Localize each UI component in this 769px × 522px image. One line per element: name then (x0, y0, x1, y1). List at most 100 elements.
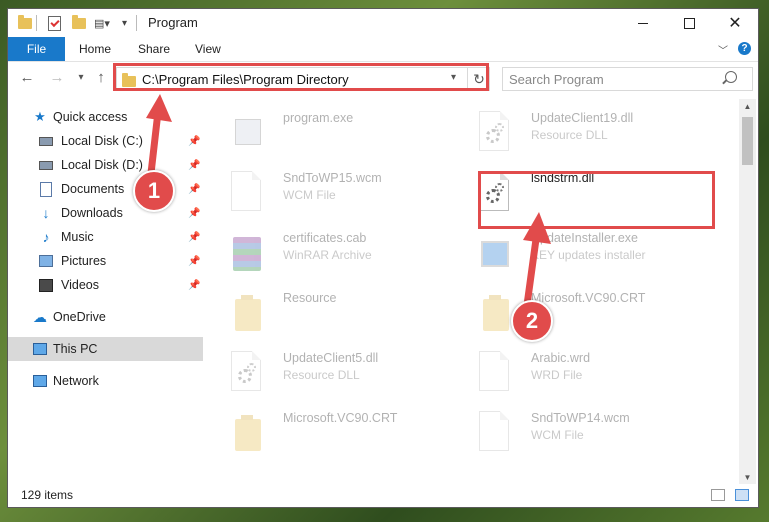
up-button[interactable]: ↑ (92, 68, 110, 86)
file-item[interactable]: Microsoft.VC90.CRT (209, 409, 449, 463)
search-box[interactable] (502, 67, 753, 91)
callout-arrow-2 (523, 212, 551, 309)
sidebar-item-label: Quick access (53, 110, 128, 124)
expand-ribbon-icon[interactable]: ﹀ (718, 42, 728, 57)
star-icon: ★ (34, 109, 46, 124)
details-view-icon[interactable] (711, 489, 725, 501)
videos-icon (39, 278, 53, 292)
file-name: certificates.cab (283, 231, 367, 245)
maximize-button[interactable] (666, 9, 712, 37)
forward-button[interactable]: → (48, 68, 66, 86)
title-bar: ▤▾ ▾ Program ✕ (8, 9, 758, 37)
tab-view[interactable]: View (195, 37, 221, 61)
music-icon: ♪ (42, 229, 50, 245)
file-name: UpdateClient5.dll (283, 351, 379, 365)
folder-icon (18, 14, 32, 32)
file-type: WCM File (283, 188, 336, 202)
qat-dropdown-icon[interactable]: ▾ (122, 14, 127, 32)
sidebar-item-network[interactable]: Network (8, 369, 203, 393)
file-list: program.exe UpdateClient19.dll Resource … (209, 99, 737, 484)
pin-icon[interactable]: 📌 (188, 280, 200, 291)
installer-icon (479, 231, 509, 273)
scroll-thumb[interactable] (742, 117, 753, 165)
file-item[interactable]: UpdateInstaller.exe KEY updates installe… (457, 229, 697, 283)
separator (36, 14, 37, 32)
scroll-up-icon[interactable]: ▲ (739, 99, 756, 113)
file-item[interactable]: SndToWP14.wcm WCM File (457, 409, 697, 463)
pin-icon[interactable]: 📌 (188, 136, 200, 147)
document-icon (479, 411, 509, 453)
help-icon[interactable]: ? (738, 42, 751, 55)
documents-icon (39, 181, 53, 197)
document-icon (231, 171, 261, 213)
file-name: Microsoft.VC90.CRT (283, 411, 398, 425)
sidebar-item-this-pc[interactable]: This PC (8, 337, 203, 361)
scroll-down-icon[interactable]: ▼ (739, 470, 756, 484)
minimize-button[interactable] (620, 9, 666, 37)
file-item[interactable]: program.exe (209, 109, 449, 163)
file-name: Resource (283, 291, 337, 305)
file-name: SndToWP15.wcm (283, 171, 382, 185)
tab-home[interactable]: Home (79, 37, 111, 61)
file-name: SndToWP14.wcm (531, 411, 630, 425)
pin-icon[interactable]: 📌 (188, 256, 200, 267)
file-item[interactable]: UpdateClient19.dll Resource DLL (457, 109, 697, 163)
sidebar-item-pictures[interactable]: Pictures 📌 (8, 249, 203, 273)
new-folder-icon[interactable] (72, 14, 86, 32)
dll-icon (231, 351, 261, 393)
sidebar-item-label: Downloads (61, 206, 123, 220)
file-type: Resource DLL (531, 128, 608, 142)
vertical-scrollbar[interactable]: ▲ ▼ (739, 99, 756, 484)
pin-icon[interactable]: 📌 (188, 184, 200, 195)
pin-icon[interactable]: 📌 (188, 160, 200, 171)
customize-toolbar-icon[interactable]: ▤▾ (94, 14, 110, 32)
sidebar-item-videos[interactable]: Videos 📌 (8, 273, 203, 297)
sidebar-item-music[interactable]: ♪ Music 📌 (8, 225, 203, 249)
file-explorer-window: ▤▾ ▾ Program ✕ File Home Share View ﹀ ? … (7, 8, 759, 508)
back-button[interactable]: ← (18, 68, 36, 86)
properties-icon[interactable] (48, 14, 61, 32)
sidebar-item-label: Local Disk (C:) (61, 134, 143, 148)
address-highlight-box (113, 63, 489, 91)
sidebar-item-downloads[interactable]: ↓ Downloads 📌 (8, 201, 203, 225)
search-input[interactable] (509, 71, 724, 87)
sidebar-item-label: Pictures (61, 254, 107, 268)
pictures-icon (39, 254, 53, 268)
navigation-bar: ← → ▾ ↑ C:\Program Files\Program Directo… (8, 62, 758, 94)
close-button[interactable]: ✕ (712, 9, 758, 37)
ribbon: File Home Share View ﹀ ? (8, 37, 758, 62)
file-type: WCM File (531, 428, 584, 442)
drive-icon (39, 158, 53, 172)
sidebar-item-label: Videos (61, 278, 99, 292)
document-icon (479, 351, 509, 393)
folder-icon (231, 411, 261, 453)
status-bar: 129 items (8, 485, 758, 507)
tab-file[interactable]: File (8, 37, 65, 61)
exe-icon (231, 111, 261, 153)
pin-icon[interactable]: 📌 (188, 232, 200, 243)
file-item[interactable]: Microsoft.VC90.CRT (457, 289, 697, 343)
file-item[interactable]: UpdateClient5.dll Resource DLL (209, 349, 449, 403)
file-item[interactable]: certificates.cab WinRAR Archive (209, 229, 449, 283)
window-title: Program (148, 15, 198, 30)
archive-icon (231, 231, 261, 273)
file-type: WinRAR Archive (283, 248, 372, 262)
sidebar-item-label: Local Disk (D:) (61, 158, 143, 172)
sidebar-item-onedrive[interactable]: ☁ OneDrive (8, 305, 203, 329)
cloud-icon: ☁ (33, 308, 47, 325)
file-item[interactable]: Arabic.wrd WRD File (457, 349, 697, 403)
pin-icon[interactable]: 📌 (188, 208, 200, 219)
recent-locations-icon[interactable]: ▾ (72, 68, 90, 86)
computer-icon (33, 342, 47, 356)
file-item[interactable]: SndToWP15.wcm WCM File (209, 169, 449, 223)
sidebar-item-label: Documents (61, 182, 125, 196)
file-type: Resource DLL (283, 368, 360, 382)
sidebar-item-label: OneDrive (53, 310, 106, 324)
file-item[interactable]: Resource (209, 289, 449, 343)
tab-share[interactable]: Share (138, 37, 170, 61)
large-icons-view-icon[interactable] (735, 489, 749, 501)
search-icon[interactable] (725, 71, 737, 83)
sidebar-item-label: Music (61, 230, 94, 244)
sidebar-item-label: This PC (53, 342, 98, 356)
separator (136, 14, 137, 32)
